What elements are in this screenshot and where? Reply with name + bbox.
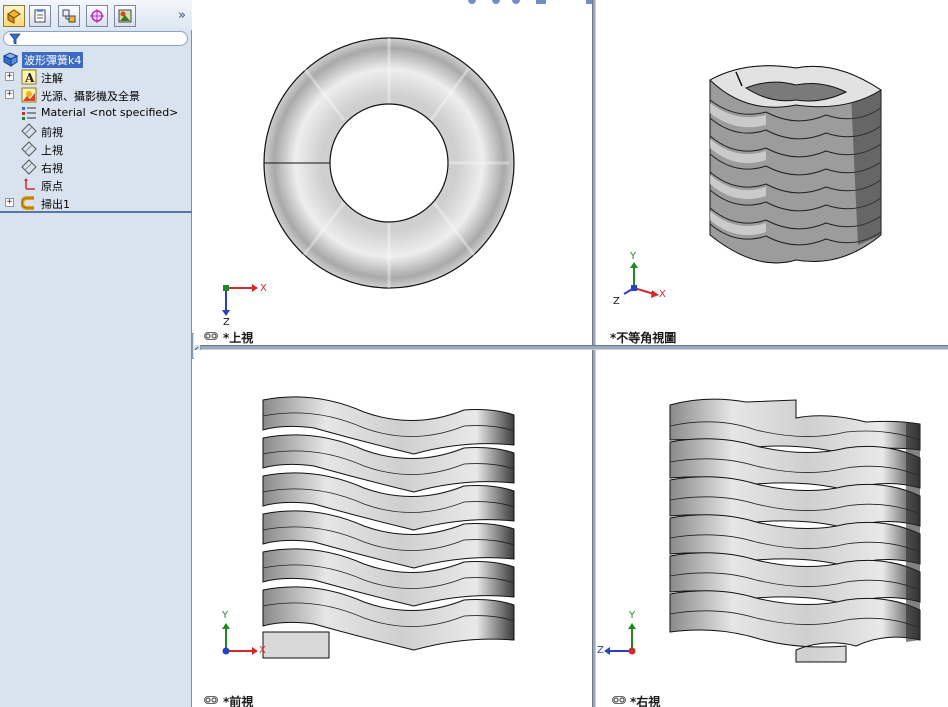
plane-icon (21, 123, 37, 139)
viewport-label: *不等角視圖 (610, 331, 677, 345)
expand-toggle[interactable]: + (5, 72, 14, 81)
viewport-right-view[interactable]: Y Z *右視 (596, 350, 948, 707)
viewport-label: *前視 (223, 695, 254, 707)
dimxpert-icon (90, 9, 104, 23)
tree-item-label: 掃出1 (41, 198, 70, 211)
link-views-icon[interactable] (612, 696, 626, 704)
tree-root-part[interactable]: 波形彈簧k4 (0, 50, 190, 68)
annotations-icon: A (21, 69, 37, 85)
viewport-front-view[interactable]: Y X *前視 (194, 350, 592, 707)
tree-item-lights-cameras[interactable]: + 光源、攝影機及全景 (0, 86, 190, 104)
feature-manager-tab[interactable] (3, 5, 25, 27)
configuration-manager-tab[interactable] (58, 5, 80, 27)
tree-item-label: Material <not specified> (41, 106, 179, 119)
tree-item-sweep[interactable]: + 掃出1 (0, 194, 190, 212)
tree-item-origin[interactable]: 原点 (0, 176, 190, 194)
tree-item-label: 前視 (41, 126, 63, 139)
tree-item-label: 上視 (41, 144, 63, 157)
view-orientation-triad (222, 623, 258, 655)
tree-item-top-plane[interactable]: 上視 (0, 140, 190, 158)
y-axis-label: Y (222, 610, 229, 621)
lights-camera-icon (21, 87, 37, 103)
svg-text:A: A (24, 71, 35, 85)
viewport-top-view[interactable]: X Z *上視 (194, 0, 592, 345)
property-manager-tab[interactable] (29, 5, 51, 27)
expand-toggle[interactable]: + (5, 90, 14, 99)
configuration-manager-icon (62, 9, 76, 23)
viewport-isometric-view[interactable]: Y Z X *不等角視圖 (596, 0, 948, 345)
feature-tree-filter[interactable] (3, 31, 188, 46)
viewport-label: *右視 (630, 695, 661, 707)
z-axis-label: Z (613, 296, 620, 307)
view-orientation-triad (623, 262, 659, 298)
x-axis-label: X (659, 289, 666, 300)
tree-item-front-plane[interactable]: 前視 (0, 122, 190, 140)
feature-tree: 波形彈簧k4 + A 注解 + 光源、攝影機及全景 Material <not … (0, 50, 192, 213)
y-axis-label: Y (630, 251, 637, 262)
tree-item-label: 原点 (41, 180, 63, 193)
z-axis-label: Z (597, 645, 604, 656)
part-icon (3, 52, 19, 67)
tree-item-annotations[interactable]: + A 注解 (0, 68, 190, 86)
view-orientation-triad (604, 623, 636, 655)
manager-tab-strip: » (0, 0, 192, 30)
tree-item-label: 光源、攝影機及全景 (41, 90, 140, 103)
feature-manager-panel: » 波形彈簧k4 + A 注解 + 光源、攝影機及全景 Material <no… (0, 0, 192, 707)
link-views-icon[interactable] (204, 332, 218, 340)
display-manager-icon (118, 9, 132, 23)
right-view-model (669, 398, 921, 663)
plane-icon (21, 159, 37, 175)
y-axis-label: Y (629, 610, 636, 621)
heads-up-view-toolbar[interactable] (466, 0, 592, 6)
part-name: 波形彈簧k4 (22, 52, 84, 68)
tree-item-material[interactable]: Material <not specified> (0, 104, 190, 122)
link-views-icon[interactable] (204, 696, 218, 704)
x-axis-label: X (259, 645, 266, 656)
origin-icon (24, 178, 35, 190)
display-manager-tab[interactable] (114, 5, 136, 27)
dimxpert-tab[interactable] (86, 5, 108, 27)
collapse-panel-button[interactable]: » (178, 8, 186, 23)
feature-manager-icon (7, 9, 21, 24)
filter-icon (9, 33, 21, 45)
tree-item-label: 注解 (41, 72, 63, 85)
x-axis-label: X (260, 283, 267, 294)
tree-item-label: 右視 (41, 162, 63, 175)
tree-item-right-plane[interactable]: 右視 (0, 158, 190, 176)
z-axis-label: Z (223, 317, 230, 328)
plane-icon (21, 141, 37, 157)
property-manager-icon (34, 9, 46, 23)
expand-toggle[interactable]: + (5, 198, 14, 207)
viewport-label: *上視 (223, 331, 254, 345)
sweep-icon (21, 196, 34, 210)
material-icon (22, 107, 36, 120)
